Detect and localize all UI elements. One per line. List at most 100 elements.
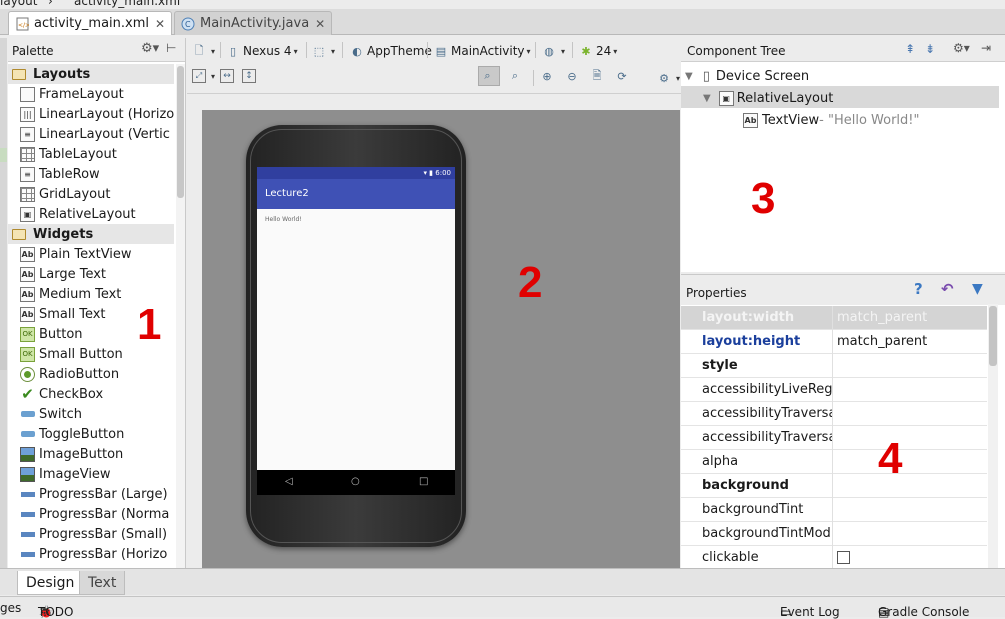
palette-item[interactable]: ProgressBar (Horizo (8, 544, 174, 564)
clickable-checkbox[interactable] (837, 551, 850, 564)
property-row[interactable]: layout:height match_parent (681, 330, 987, 354)
zoom-to-fit-button[interactable]: ⤢ ▾ (192, 66, 215, 86)
properties-title: Properties (686, 286, 747, 300)
device-screen[interactable]: ▾ ▮ 6:00 Lecture2 Hello World! ◁ ○ □ (257, 167, 455, 495)
help-icon[interactable]: ? (914, 280, 923, 298)
button-icon: OK (20, 346, 35, 362)
checkbox-icon: ✔ (21, 385, 34, 403)
editor-tab-bar: </> activity_main.xml ✕ C MainActivity.j… (0, 9, 1005, 35)
tab-main-activity[interactable]: C MainActivity.java ✕ (174, 11, 333, 35)
progress-bar-icon (20, 487, 35, 502)
gear-icon: ⚙ (659, 71, 669, 85)
palette-item[interactable]: Switch (8, 404, 174, 424)
properties-scrollbar[interactable] (988, 304, 998, 568)
tree-node-textview[interactable]: Ab TextView - "Hello World!" (743, 109, 920, 131)
property-row[interactable]: accessibilityTraversa (681, 426, 987, 450)
activity-selector[interactable]: ▤ MainActivity ▾ (434, 41, 531, 61)
relative-layout-icon: ▣ (20, 206, 35, 222)
breadcrumb-item-layout[interactable]: layout (0, 0, 37, 8)
tab-activity-main[interactable]: </> activity_main.xml ✕ (8, 11, 173, 35)
scrollbar-thumb[interactable] (177, 66, 184, 198)
filter-icon[interactable]: ▼ (972, 281, 983, 297)
tab-text[interactable]: Text (79, 571, 126, 595)
palette-item[interactable]: ≡ LinearLayout (Vertic (8, 124, 174, 144)
collapse-all-icon[interactable]: ⇟ (925, 42, 935, 56)
button-icon: OK (20, 326, 35, 342)
close-icon[interactable]: ✕ (315, 17, 325, 31)
settings-button[interactable]: ⚙ ▾ (657, 68, 680, 88)
palette-item[interactable]: ProgressBar (Large) (8, 484, 174, 504)
property-row[interactable]: clickable (681, 546, 987, 570)
document-icon: 🗎 (592, 68, 602, 82)
breadcrumb-item-file[interactable]: activity_main.xml (74, 0, 180, 8)
screenshot-button[interactable]: 🗎 (590, 66, 607, 86)
property-row[interactable]: backgroundTintMod (681, 522, 987, 546)
scrollbar-thumb[interactable] (989, 306, 997, 366)
palette-group-layouts[interactable]: Layouts (8, 64, 174, 84)
left-tool-gutter (0, 38, 7, 568)
zoom-in-button[interactable]: ⊕ (540, 66, 557, 86)
palette-item[interactable]: Ab Large Text (8, 264, 174, 284)
palette-group-widgets[interactable]: Widgets (8, 224, 174, 244)
svg-text:</>: </> (18, 22, 29, 29)
layout-variant-button[interactable]: 🗋 ▾ (192, 41, 215, 61)
palette-item[interactable]: ✔ CheckBox (8, 384, 174, 404)
gear-icon[interactable]: ⚙▾ (141, 41, 159, 56)
frame-layout-icon (20, 86, 35, 102)
close-icon[interactable]: ✕ (155, 17, 165, 31)
palette-scrollbar[interactable] (176, 64, 185, 568)
property-row[interactable]: backgroundTint (681, 498, 987, 522)
tree-node-relative-layout[interactable]: ▼ ▣ RelativeLayout (703, 87, 833, 109)
palette-item[interactable]: RadioButton (8, 364, 174, 384)
image-view-icon (20, 466, 35, 482)
orientation-button[interactable]: ⬚ ▾ (312, 41, 335, 61)
palette-item[interactable]: ProgressBar (Norma (8, 504, 174, 524)
expand-all-icon[interactable]: ⇞ (905, 42, 915, 56)
gear-icon[interactable]: ⚙▾ (953, 41, 970, 55)
properties-panel: Properties ? ↶ ▼ layout:width match_paren… (681, 274, 1005, 570)
property-row[interactable]: layout:width match_parent (681, 306, 987, 330)
chevron-down-icon: ▾ (676, 73, 681, 83)
locale-selector[interactable]: ◍ ▾ (542, 41, 565, 61)
zoom-out-button[interactable]: ⊖ (565, 66, 582, 86)
zoom-actual-button[interactable]: ⌕ (478, 66, 500, 86)
palette-item[interactable]: TableLayout (8, 144, 174, 164)
property-row[interactable]: style (681, 354, 987, 378)
hide-panel-icon[interactable]: ⇥ (981, 41, 991, 55)
table-row-icon: ≡ (20, 166, 35, 182)
device-selector[interactable]: ▯ Nexus 4 ▾ (226, 41, 298, 61)
annotation-label-3: 3 (751, 174, 776, 223)
expand-arrow-icon[interactable]: ▼ (703, 93, 711, 104)
property-row[interactable]: accessibilityLiveRegi (681, 378, 987, 402)
palette-item[interactable]: ImageView (8, 464, 174, 484)
property-row[interactable]: background (681, 474, 987, 498)
palette-item[interactable]: ProgressBar (Small) (8, 524, 174, 544)
property-row[interactable]: accessibilityTraversa (681, 402, 987, 426)
undo-icon[interactable]: ↶ (941, 280, 954, 298)
palette-item[interactable]: Ab Plain TextView (8, 244, 174, 264)
rotate-icon: ⬚ (313, 44, 325, 58)
palette-item[interactable]: ToggleButton (8, 424, 174, 444)
tool-window-messages[interactable]: ges (0, 601, 21, 615)
palette-item[interactable]: ▣ RelativeLayout (8, 204, 174, 224)
zoom-fit-button[interactable]: ⌕ (508, 66, 525, 86)
palette-item[interactable]: ||| LinearLayout (Horizo (8, 104, 174, 124)
theme-selector[interactable]: ◐ AppTheme (350, 41, 432, 61)
expand-horizontal-button[interactable]: ↔ (220, 66, 237, 86)
component-tree-title: Component Tree (687, 44, 786, 58)
refresh-button[interactable]: ⟳ (615, 66, 632, 86)
palette-item[interactable]: GridLayout (8, 184, 174, 204)
api-level-selector[interactable]: ✱ 24 ▾ (579, 41, 617, 61)
tab-design[interactable]: Design (17, 571, 84, 595)
palette-header: Palette ⚙▾ ⊢ (8, 38, 185, 62)
expand-arrow-icon[interactable]: ▼ (685, 71, 693, 82)
palette-item[interactable]: FrameLayout (8, 84, 174, 104)
palette-item[interactable]: ≡ TableRow (8, 164, 174, 184)
tree-node-device-screen[interactable]: ▼ ▯ Device Screen (685, 65, 809, 87)
hello-textview[interactable]: Hello World! (265, 216, 302, 223)
device-icon: ▯ (702, 68, 710, 84)
expand-vertical-button[interactable]: ↕ (242, 66, 259, 86)
property-row[interactable]: alpha (681, 450, 987, 474)
pin-icon[interactable]: ⊢ (166, 41, 176, 55)
palette-item[interactable]: ImageButton (8, 444, 174, 464)
